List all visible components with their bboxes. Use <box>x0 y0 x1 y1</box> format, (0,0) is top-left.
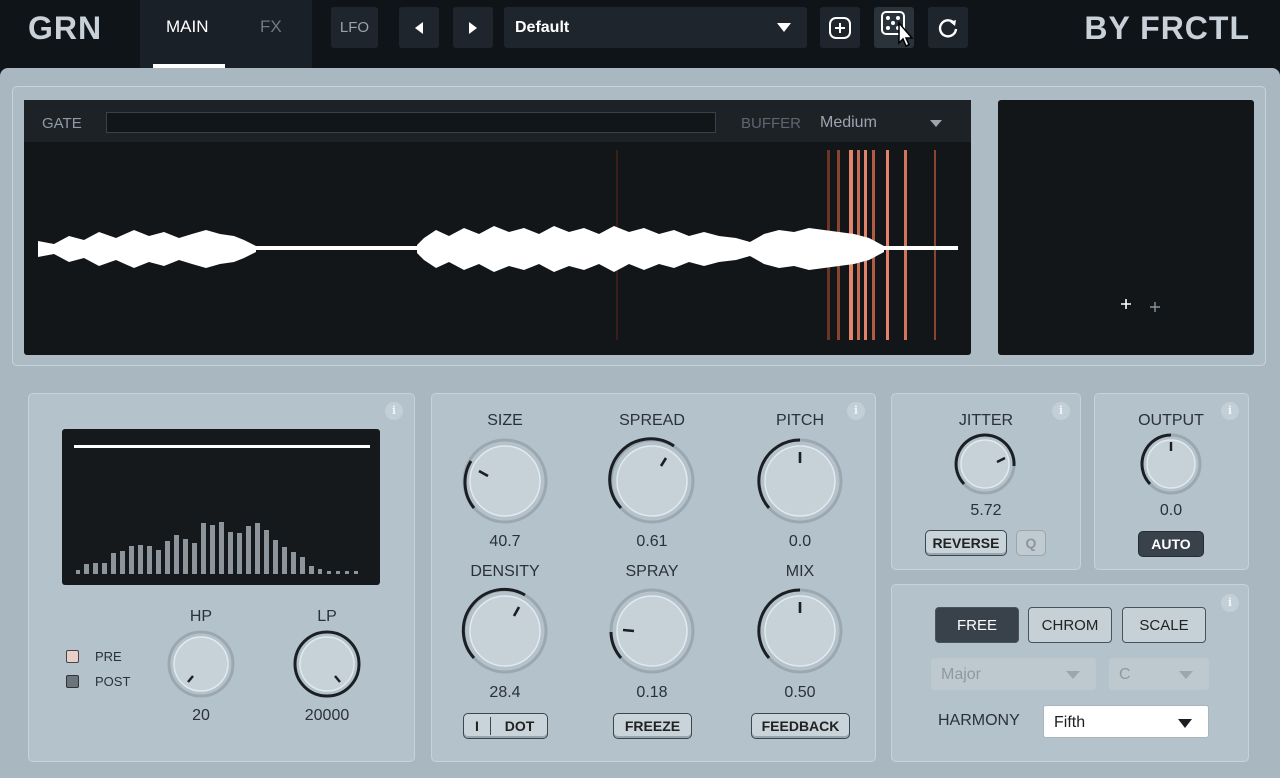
output-value: 0.0 <box>1159 502 1183 519</box>
chevron-down-icon <box>777 23 791 32</box>
key-value: C <box>1119 666 1131 683</box>
size-label: SIZE <box>487 412 523 429</box>
chevron-down-icon <box>1066 671 1080 679</box>
plus-square-icon <box>829 16 851 39</box>
brand-logo: BY FRCTL <box>1084 10 1250 46</box>
reset-button[interactable] <box>928 7 968 48</box>
triangle-left-icon <box>415 21 423 34</box>
shape-toggle-line[interactable]: I <box>464 718 490 734</box>
preset-dropdown[interactable]: Default <box>504 7 807 48</box>
spray-value: 0.18 <box>636 684 668 701</box>
spread-knob[interactable] <box>607 436 697 526</box>
chrom-mode-button[interactable]: CHROM <box>1028 607 1112 643</box>
jitter-value: 5.72 <box>970 502 1002 519</box>
output-label: OUTPUT <box>1138 412 1204 429</box>
info-icon[interactable]: i <box>385 402 403 420</box>
app-logo: GRN <box>28 10 103 46</box>
key-dropdown[interactable]: C <box>1109 658 1209 690</box>
spread-label: SPREAD <box>619 412 685 429</box>
pre-label: PRE <box>95 649 122 664</box>
waveform-display[interactable]: GATE BUFFER Medium <box>24 100 971 355</box>
shape-toggle-dot[interactable]: DOT <box>491 718 548 734</box>
randomize-button[interactable] <box>874 7 914 48</box>
density-label: DENSITY <box>470 563 540 580</box>
spectrum-svg <box>74 445 370 574</box>
harmony-dropdown[interactable]: Fifth <box>1043 705 1209 738</box>
crosshair-icon <box>1121 299 1131 309</box>
density-value: 28.4 <box>489 684 521 701</box>
pitch-knob[interactable] <box>755 436 845 526</box>
freeze-button[interactable]: FREEZE <box>613 713 692 739</box>
scale-value: Major <box>941 666 982 683</box>
lp-knob[interactable] <box>292 629 362 699</box>
filter-curve <box>74 445 370 448</box>
scale-mode-button[interactable]: SCALE <box>1122 607 1206 643</box>
shape-toggle[interactable]: I DOT <box>463 713 548 739</box>
xy-pad[interactable] <box>998 100 1254 355</box>
refresh-icon <box>938 18 958 38</box>
spectrum-bars <box>76 522 358 574</box>
spectrum-display <box>62 429 380 585</box>
feedback-button[interactable]: FEEDBACK <box>751 713 850 739</box>
lp-label: LP <box>317 608 337 625</box>
q-button[interactable]: Q <box>1016 530 1046 556</box>
info-icon[interactable]: i <box>1221 594 1239 612</box>
buffer-value: Medium <box>820 114 877 131</box>
harmony-value: Fifth <box>1054 714 1086 731</box>
reverse-button[interactable]: REVERSE <box>925 530 1007 556</box>
gate-bar[interactable] <box>106 112 716 133</box>
chevron-down-icon <box>1178 719 1192 728</box>
pre-checkbox[interactable] <box>66 650 79 663</box>
spray-label: SPRAY <box>625 563 679 580</box>
buffer-label: BUFFER <box>741 115 801 132</box>
crosshair-icon <box>1150 302 1160 312</box>
info-icon[interactable]: i <box>847 402 865 420</box>
dice-icon <box>881 10 914 47</box>
size-value: 40.7 <box>489 533 521 550</box>
xy-pad-svg <box>1121 299 1160 312</box>
jitter-knob[interactable] <box>953 432 1017 496</box>
hp-label: HP <box>189 608 213 625</box>
gate-label: GATE <box>42 115 82 132</box>
info-icon[interactable]: i <box>1052 402 1070 420</box>
scale-dropdown[interactable]: Major <box>931 658 1096 690</box>
output-knob[interactable] <box>1139 432 1203 496</box>
buffer-dropdown[interactable]: Medium <box>808 106 958 138</box>
save-preset-button[interactable] <box>820 7 860 48</box>
chevron-down-icon <box>930 120 942 127</box>
jitter-label: JITTER <box>958 412 1014 429</box>
lfo-button[interactable]: LFO <box>331 7 378 48</box>
pitch-label: PITCH <box>776 412 824 429</box>
lp-value: 20000 <box>304 707 350 724</box>
preset-name: Default <box>515 19 570 36</box>
auto-button[interactable]: AUTO <box>1138 531 1204 557</box>
hp-knob[interactable] <box>166 629 236 699</box>
density-knob[interactable] <box>460 586 550 676</box>
harmony-label: HARMONY <box>938 712 1020 729</box>
tab-main[interactable]: MAIN <box>166 17 209 37</box>
hp-value: 20 <box>192 707 210 724</box>
post-checkbox[interactable] <box>66 675 79 688</box>
chevron-down-icon <box>1179 671 1193 679</box>
top-bar: GRN MAIN FX LFO Default BY FRCTL <box>0 0 1280 68</box>
spray-knob[interactable] <box>607 586 697 676</box>
mix-value: 0.50 <box>784 684 816 701</box>
spread-value: 0.61 <box>636 533 668 550</box>
free-mode-button[interactable]: FREE <box>935 607 1019 643</box>
mix-label: MIX <box>785 563 815 580</box>
post-label: POST <box>95 674 131 689</box>
size-knob[interactable] <box>460 436 550 526</box>
mix-knob[interactable] <box>755 586 845 676</box>
pitch-value: 0.0 <box>788 533 812 550</box>
audio-waveform <box>38 226 958 272</box>
next-preset-button[interactable] <box>453 7 493 48</box>
triangle-right-icon <box>469 21 477 34</box>
tab-fx[interactable]: FX <box>260 17 282 37</box>
prev-preset-button[interactable] <box>399 7 439 48</box>
info-icon[interactable]: i <box>1221 402 1239 420</box>
